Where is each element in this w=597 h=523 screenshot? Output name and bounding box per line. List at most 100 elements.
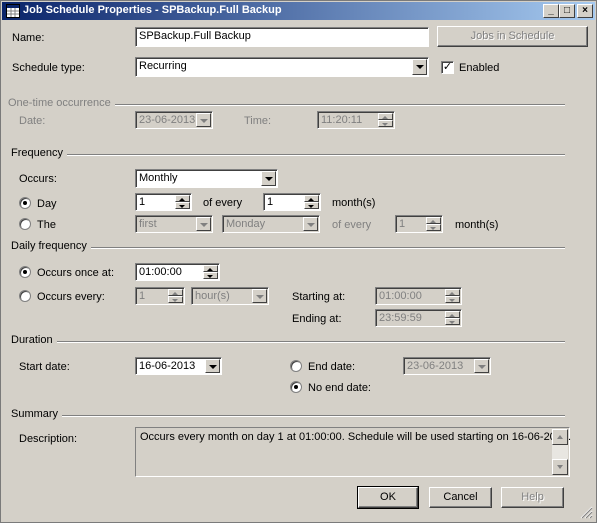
summary-group-line: [11, 415, 565, 417]
description-text: Occurs every month on day 1 at 01:00:00.…: [140, 431, 572, 443]
description-scrollbar[interactable]: [552, 429, 568, 475]
chevron-down-icon[interactable]: [196, 217, 211, 231]
occurs-value: Monthly: [139, 172, 178, 184]
the-label: The: [37, 219, 56, 231]
one-time-group-label: One-time occurrence: [8, 97, 115, 109]
the-weekday-value: Monday: [226, 218, 266, 230]
spinner-icon[interactable]: [175, 195, 190, 209]
starting-at-value: 01:00:00: [379, 290, 422, 302]
the-ordinal-value: first: [139, 218, 157, 230]
end-date-value: 23-06-2013: [407, 360, 464, 372]
day-months-label: month(s): [332, 197, 376, 209]
schedule-type-select[interactable]: Recurring: [135, 57, 429, 77]
spinner-icon[interactable]: [426, 217, 441, 231]
ending-at-value: 23:59:59: [379, 312, 422, 324]
day-every-months-value: 1: [267, 196, 274, 208]
the-every-months-input[interactable]: 1: [395, 215, 443, 233]
jobs-in-schedule-button[interactable]: Jobs in Schedule: [437, 26, 588, 47]
chevron-down-icon[interactable]: [412, 59, 427, 75]
chevron-down-icon[interactable]: [205, 359, 220, 373]
minimize-button[interactable]: _: [543, 4, 559, 18]
one-time-time-value: 11:20:11: [321, 114, 363, 126]
starting-at-input[interactable]: 01:00:00: [375, 287, 462, 305]
window-title: Job Schedule Properties - SPBackup.Full …: [23, 4, 282, 16]
close-button[interactable]: ×: [577, 4, 593, 18]
chevron-down-icon[interactable]: [303, 217, 318, 231]
spinner-icon[interactable]: [304, 195, 319, 209]
title-bar[interactable]: Job Schedule Properties - SPBackup.Full …: [2, 2, 595, 20]
occurs-once-time-value: 01:00:00: [139, 266, 182, 278]
spinner-icon[interactable]: [445, 311, 460, 325]
cancel-button[interactable]: Cancel: [429, 487, 492, 508]
one-time-date-value: 23-06-2013: [139, 114, 196, 126]
scroll-down-arrow-icon[interactable]: [552, 459, 568, 475]
frequency-group-line: [11, 154, 565, 156]
occurs-once-time-input[interactable]: 01:00:00: [135, 263, 220, 281]
starting-at-label: Starting at:: [292, 291, 346, 303]
resize-grip-icon[interactable]: [579, 505, 593, 519]
description-textarea[interactable]: Occurs every month on day 1 at 01:00:00.…: [135, 427, 572, 477]
end-date-radio[interactable]: [290, 360, 302, 372]
occurs-every-number-value: 1: [139, 290, 146, 302]
chevron-down-icon[interactable]: [261, 171, 276, 186]
daily-frequency-group-label: Daily frequency: [11, 240, 91, 252]
occurs-every-unit-select[interactable]: hour(s): [191, 287, 269, 305]
the-of-every-label: of every: [332, 219, 372, 231]
ok-button[interactable]: OK: [357, 486, 419, 509]
day-label: Day: [37, 198, 57, 210]
spinner-icon[interactable]: [168, 289, 183, 303]
name-label: Name:: [12, 32, 45, 44]
one-time-date-label: Date:: [19, 115, 46, 127]
occurs-label: Occurs:: [19, 173, 57, 185]
schedule-type-value: Recurring: [139, 60, 187, 72]
occurs-select[interactable]: Monthly: [135, 169, 278, 188]
maximize-button[interactable]: □: [559, 4, 575, 18]
spinner-icon[interactable]: [378, 113, 393, 127]
spinner-icon[interactable]: [203, 265, 218, 279]
job-schedule-properties-dialog: Job Schedule Properties - SPBackup.Full …: [0, 0, 597, 523]
name-value: SPBackup.Full Backup: [139, 30, 251, 42]
the-weekday-select[interactable]: Monday: [222, 215, 320, 233]
no-end-date-radio[interactable]: [290, 381, 302, 393]
chevron-down-icon[interactable]: [196, 113, 211, 127]
the-months-label: month(s): [455, 219, 499, 231]
duration-group-label: Duration: [11, 334, 57, 346]
one-time-date-picker[interactable]: 23-06-2013: [135, 111, 213, 129]
end-date-picker[interactable]: 23-06-2013: [403, 357, 491, 375]
day-every-months-input[interactable]: 1: [263, 193, 321, 211]
schedule-grid-icon: [6, 4, 20, 18]
occurs-every-number-input[interactable]: 1: [135, 287, 185, 305]
enabled-checkbox[interactable]: ✓: [441, 61, 454, 74]
start-date-label: Start date:: [19, 361, 70, 373]
the-radio[interactable]: [19, 218, 31, 230]
description-label: Description:: [19, 433, 78, 445]
frequency-group-label: Frequency: [11, 147, 67, 159]
ending-at-label: Ending at:: [292, 313, 342, 325]
occurs-every-radio[interactable]: [19, 290, 31, 302]
help-button[interactable]: Help: [501, 487, 564, 508]
no-end-date-label: No end date:: [308, 382, 371, 394]
day-number-input[interactable]: 1: [135, 193, 192, 211]
name-input[interactable]: SPBackup.Full Backup: [135, 27, 429, 47]
the-ordinal-select[interactable]: first: [135, 215, 213, 233]
chevron-down-icon[interactable]: [252, 289, 267, 303]
one-time-time-input[interactable]: 11:20:11: [317, 111, 395, 129]
occurs-once-radio[interactable]: [19, 266, 31, 278]
start-date-picker[interactable]: 16-06-2013: [135, 357, 222, 375]
scroll-up-arrow-icon[interactable]: [552, 429, 568, 445]
duration-group-line: [11, 341, 565, 343]
occurs-every-label: Occurs every:: [37, 291, 105, 303]
day-number-value: 1: [139, 196, 146, 208]
start-date-value: 16-06-2013: [139, 360, 196, 372]
the-every-months-value: 1: [399, 218, 406, 230]
spinner-icon[interactable]: [445, 289, 460, 303]
day-radio[interactable]: [19, 197, 31, 209]
ending-at-input[interactable]: 23:59:59: [375, 309, 462, 327]
chevron-down-icon[interactable]: [474, 359, 489, 373]
one-time-time-label: Time:: [244, 115, 272, 127]
occurs-once-label: Occurs once at:: [37, 267, 115, 279]
enabled-label: Enabled: [459, 62, 500, 74]
schedule-type-label: Schedule type:: [12, 62, 85, 74]
daily-frequency-group-line: [11, 247, 565, 249]
summary-group-label: Summary: [11, 408, 63, 420]
